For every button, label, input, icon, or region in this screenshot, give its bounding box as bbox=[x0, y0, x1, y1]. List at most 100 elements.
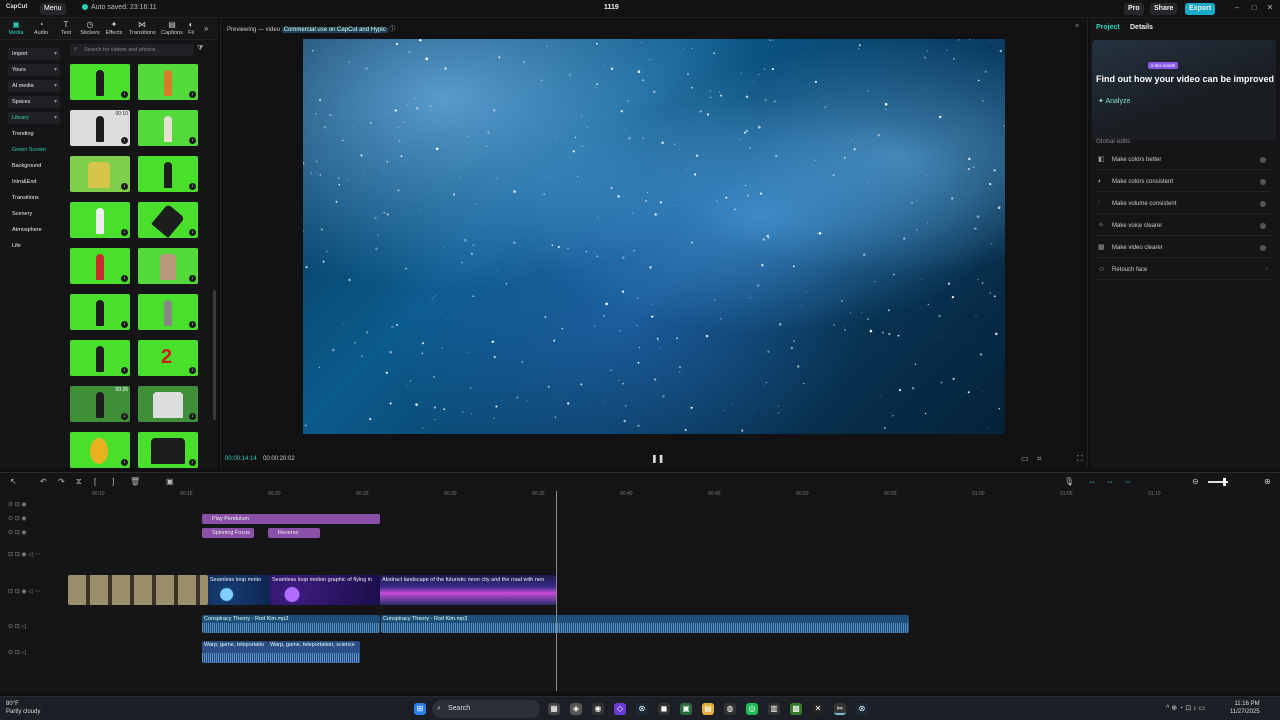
toggle[interactable] bbox=[1260, 157, 1266, 163]
maximize-icon[interactable]: □ bbox=[1247, 3, 1261, 12]
download-icon[interactable]: ↓ bbox=[189, 459, 196, 466]
system-tray-icons[interactable]: ^ ⊕ ◔ ⊡ ♪ ▭ bbox=[1166, 704, 1205, 712]
download-icon[interactable]: ↓ bbox=[189, 91, 196, 98]
sidebar-item-import[interactable]: Import bbox=[8, 48, 60, 60]
download-icon[interactable]: ↓ bbox=[121, 367, 128, 374]
sidebar-item-background[interactable]: Background bbox=[8, 160, 60, 172]
tab-details[interactable]: Details bbox=[1130, 24, 1153, 31]
media-scrollbar[interactable] bbox=[213, 290, 216, 420]
green-screen-thumb[interactable]: ↓ bbox=[70, 340, 130, 376]
video-clip[interactable]: Seamless loop motio bbox=[208, 575, 270, 605]
file-explorer-icon[interactable]: ▤ bbox=[702, 703, 714, 715]
sidebar-item-atmosphere[interactable]: Atmosphere bbox=[8, 224, 60, 236]
toggle[interactable] bbox=[1260, 223, 1266, 229]
edit-make-voice-clearer[interactable]: ✧ Make voice clearer bbox=[1096, 216, 1274, 236]
toggle[interactable] bbox=[1260, 179, 1266, 185]
green-screen-thumb[interactable]: ↓ bbox=[70, 202, 130, 238]
video-clip[interactable] bbox=[68, 575, 208, 605]
download-icon[interactable]: ↓ bbox=[189, 321, 196, 328]
green-screen-thumb[interactable]: ↓ bbox=[138, 156, 198, 192]
time-ruler[interactable]: 00:10 00:15 00:20 00:25 00:30 00:35 00:4… bbox=[68, 491, 1280, 501]
sidebar-item-green-screen[interactable]: Green Screen bbox=[8, 144, 60, 156]
green-screen-thumb[interactable]: ↓ bbox=[70, 432, 130, 468]
sfx-clip[interactable]: Warp, game, teleportatio bbox=[202, 641, 268, 663]
audio-clip[interactable]: Conspiracy Theory - Rod Kim.mp3 bbox=[202, 615, 380, 633]
track-controls[interactable]: ⊙ ⊡ ◁ bbox=[8, 623, 26, 630]
effect-clip[interactable]: Play Pendulum bbox=[202, 514, 380, 524]
app-icon[interactable]: ◇ bbox=[614, 703, 626, 715]
redo-icon[interactable]: ↷ bbox=[58, 477, 65, 486]
more-tools-icon[interactable]: » bbox=[204, 24, 208, 33]
edit-make-video-clearer[interactable]: ▦ Make video clearer bbox=[1096, 238, 1274, 258]
crop-icon[interactable]: ⌗ bbox=[1037, 454, 1042, 464]
task-view-icon[interactable]: ▦ bbox=[548, 703, 560, 715]
tool-transitions[interactable]: ⋈ Transitions bbox=[129, 20, 156, 39]
effect-clip[interactable]: Reverse bbox=[268, 528, 320, 538]
green-screen-thumb[interactable]: ↓ bbox=[138, 386, 198, 422]
track-controls[interactable]: ⊙ ⊡ ◉ bbox=[8, 529, 27, 536]
green-screen-thumb[interactable]: ↓ bbox=[138, 248, 198, 284]
green-screen-thumb[interactable]: ↓ bbox=[70, 248, 130, 284]
minimize-icon[interactable]: – bbox=[1230, 3, 1244, 12]
app-icon[interactable]: ▣ bbox=[680, 703, 692, 715]
steam-icon[interactable]: ⊛ bbox=[856, 703, 868, 715]
download-icon[interactable]: ↓ bbox=[121, 321, 128, 328]
menu-button[interactable]: Menu bbox=[40, 3, 66, 15]
pause-button[interactable]: ❚❚ bbox=[651, 454, 664, 463]
sfx-clip[interactable]: Warp, game, teleportation, science bbox=[268, 641, 360, 663]
pro-button[interactable]: Pro bbox=[1124, 3, 1144, 15]
sidebar-item-trending[interactable]: Trending bbox=[8, 128, 60, 140]
download-icon[interactable]: ↓ bbox=[189, 229, 196, 236]
share-button[interactable]: Share bbox=[1150, 3, 1178, 15]
sidebar-item-scenery[interactable]: Scenery bbox=[8, 208, 60, 220]
steam-icon[interactable]: ⊛ bbox=[636, 703, 648, 715]
edit-make-colors-consistent[interactable]: ◐ Make colors consistent bbox=[1096, 172, 1274, 192]
download-icon[interactable]: ↓ bbox=[189, 137, 196, 144]
track-controls[interactable]: ⊡ ⊡ ◉ ◁ ⋯ bbox=[8, 588, 41, 595]
tool-media[interactable]: ▣ Media bbox=[3, 20, 29, 39]
trim-left-icon[interactable]: [ bbox=[94, 477, 96, 486]
download-icon[interactable]: ↓ bbox=[121, 459, 128, 466]
toggle[interactable] bbox=[1260, 201, 1266, 207]
filter-icon[interactable]: ⧩ bbox=[197, 45, 203, 53]
track-controls[interactable]: ⊡ ⊡ ◉ ◁ ⋯ bbox=[8, 551, 41, 558]
app-icon[interactable]: ◍ bbox=[724, 703, 736, 715]
tool-filters[interactable]: ◐ Fil bbox=[184, 20, 198, 39]
app-icon[interactable]: ◈ bbox=[570, 703, 582, 715]
link-icon[interactable]: ⇔ bbox=[1088, 477, 1096, 486]
weather-widget[interactable]: 80°F Partly cloudy bbox=[6, 700, 40, 716]
download-icon[interactable]: ↓ bbox=[189, 275, 196, 282]
minecraft-icon[interactable]: ▩ bbox=[790, 703, 802, 715]
chrome-icon[interactable]: ◉ bbox=[592, 703, 604, 715]
green-screen-thumb[interactable]: ↓ bbox=[138, 202, 198, 238]
clock[interactable]: 11:16 PM 11/27/2025 bbox=[1230, 700, 1260, 716]
preview-axis-icon[interactable]: ⇔ bbox=[1124, 477, 1132, 486]
trim-right-icon[interactable]: ] bbox=[112, 477, 114, 486]
effect-clip[interactable]: Spinning Focus bbox=[202, 528, 254, 538]
download-icon[interactable]: ↓ bbox=[121, 183, 128, 190]
green-screen-thumb[interactable]: ↓ bbox=[70, 294, 130, 330]
download-icon[interactable]: ↓ bbox=[121, 413, 128, 420]
track-controls[interactable]: ⊙ ⊡ ◉ bbox=[8, 501, 27, 508]
tool-captions[interactable]: ▤ Captions bbox=[159, 20, 185, 39]
zoom-out-icon[interactable]: ⊖ bbox=[1192, 477, 1199, 486]
media-search-input[interactable]: Search for videos and photos bbox=[70, 44, 194, 56]
info-icon[interactable]: ⓘ bbox=[389, 27, 395, 33]
download-icon[interactable]: ↓ bbox=[121, 275, 128, 282]
download-icon[interactable]: ↓ bbox=[189, 367, 196, 374]
sidebar-item-intro-end[interactable]: Intro&End bbox=[8, 176, 60, 188]
magnet-icon[interactable]: ⇔ bbox=[1106, 477, 1114, 486]
green-screen-thumb[interactable]: ↓ bbox=[70, 156, 130, 192]
toggle[interactable] bbox=[1260, 245, 1266, 251]
export-button[interactable]: Export bbox=[1185, 3, 1216, 15]
track-controls[interactable]: ⊙ ⊡ ◉ bbox=[8, 515, 27, 522]
capcut-icon[interactable]: ✂ bbox=[834, 703, 846, 715]
green-screen-thumb[interactable]: ↓ bbox=[138, 64, 198, 100]
download-icon[interactable]: ↓ bbox=[121, 137, 128, 144]
video-clip[interactable]: Abstract landscape of the futuristic neo… bbox=[380, 575, 556, 605]
green-screen-thumb[interactable]: 00:10 ↓ bbox=[70, 110, 130, 146]
edit-make-volume-consistent[interactable]: ⫶ Make volume consistent bbox=[1096, 194, 1274, 214]
download-icon[interactable]: ↓ bbox=[189, 413, 196, 420]
playhead[interactable] bbox=[556, 491, 557, 691]
download-icon[interactable]: ↓ bbox=[189, 183, 196, 190]
